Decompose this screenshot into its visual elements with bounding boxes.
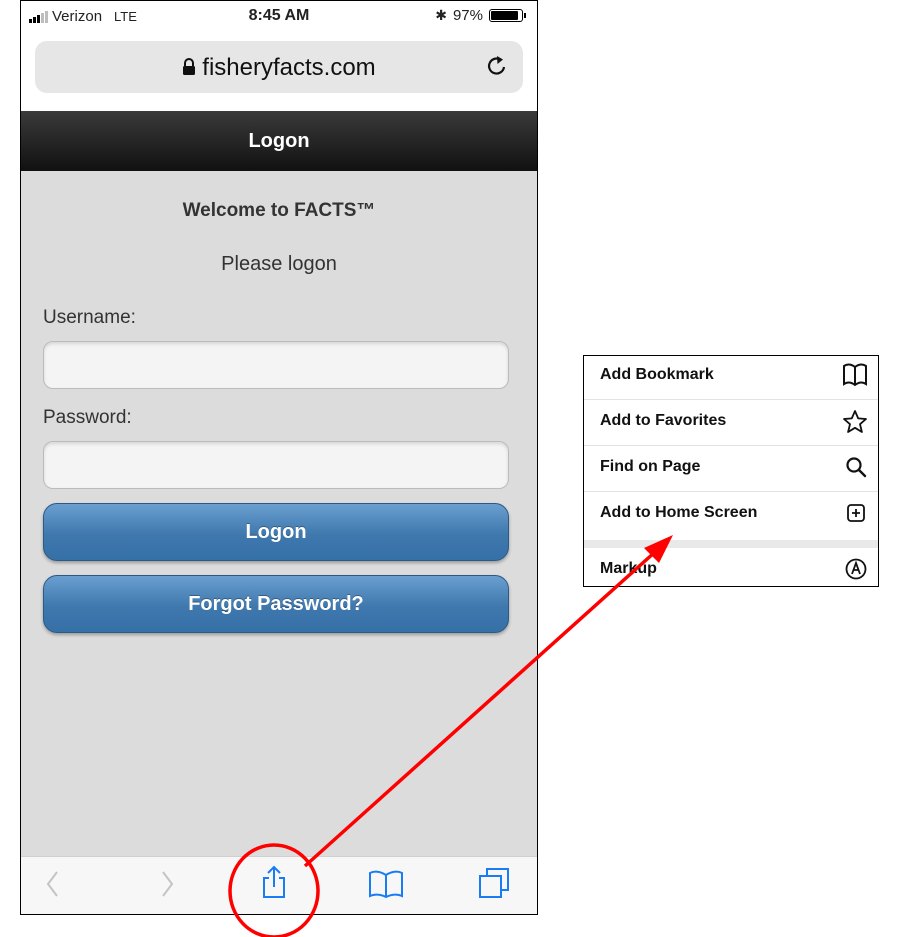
url-text: fisheryfacts.com	[202, 54, 376, 81]
address-bar[interactable]: fisheryfacts.com	[35, 41, 523, 93]
share-icon[interactable]	[261, 865, 287, 904]
menu-item-label: Markup	[600, 560, 657, 577]
password-label: Password:	[43, 407, 132, 428]
markup-icon	[844, 557, 868, 586]
logon-prompt: Please logon	[221, 253, 337, 275]
username-field[interactable]	[43, 341, 509, 389]
battery-percent: 97%	[452, 7, 483, 24]
battery-icon	[489, 9, 526, 22]
password-field[interactable]	[43, 441, 509, 489]
back-icon[interactable]	[43, 869, 63, 904]
plus-square-icon	[844, 501, 868, 530]
web-page: Logon Welcome to FACTS™ Please logon Use…	[21, 111, 537, 859]
page-header: Logon	[21, 111, 537, 171]
phone-screenshot: Verizon LTE 8:45 AM ✱ 97% fisheryfacts.c…	[20, 0, 538, 915]
status-bar: Verizon LTE 8:45 AM ✱ 97%	[21, 1, 537, 35]
status-right: ✱ 97%	[435, 7, 526, 24]
logon-button[interactable]: Logon	[43, 503, 509, 561]
forward-icon[interactable]	[157, 869, 177, 904]
reload-icon[interactable]	[485, 53, 509, 84]
menu-item-markup[interactable]: Markup	[584, 548, 878, 586]
url-display[interactable]: fisheryfacts.com	[35, 54, 523, 83]
lock-icon	[182, 55, 196, 83]
book-icon	[842, 363, 868, 392]
menu-item-add-bookmark[interactable]: Add Bookmark	[584, 356, 878, 400]
forgot-password-button[interactable]: Forgot Password?	[43, 575, 509, 633]
tabs-icon[interactable]	[477, 866, 511, 905]
bookmarks-icon[interactable]	[368, 869, 404, 904]
menu-item-find-on-page[interactable]: Find on Page	[584, 446, 878, 492]
menu-item-label: Add Bookmark	[600, 366, 714, 383]
star-icon	[842, 409, 868, 440]
menu-item-label: Find on Page	[600, 458, 701, 475]
share-menu: Add Bookmark Add to Favorites Find on Pa…	[583, 355, 879, 587]
menu-item-label: Add to Home Screen	[600, 504, 758, 521]
welcome-text: Welcome to FACTS™	[182, 200, 376, 221]
safari-toolbar	[21, 856, 537, 914]
menu-item-add-to-favorites[interactable]: Add to Favorites	[584, 400, 878, 446]
menu-separator	[584, 540, 878, 548]
menu-item-add-to-home-screen[interactable]: Add to Home Screen	[584, 492, 878, 538]
menu-item-label: Add to Favorites	[600, 412, 727, 429]
bluetooth-icon: ✱	[435, 7, 447, 23]
username-label: Username:	[43, 307, 136, 328]
magnifier-icon	[844, 455, 868, 484]
